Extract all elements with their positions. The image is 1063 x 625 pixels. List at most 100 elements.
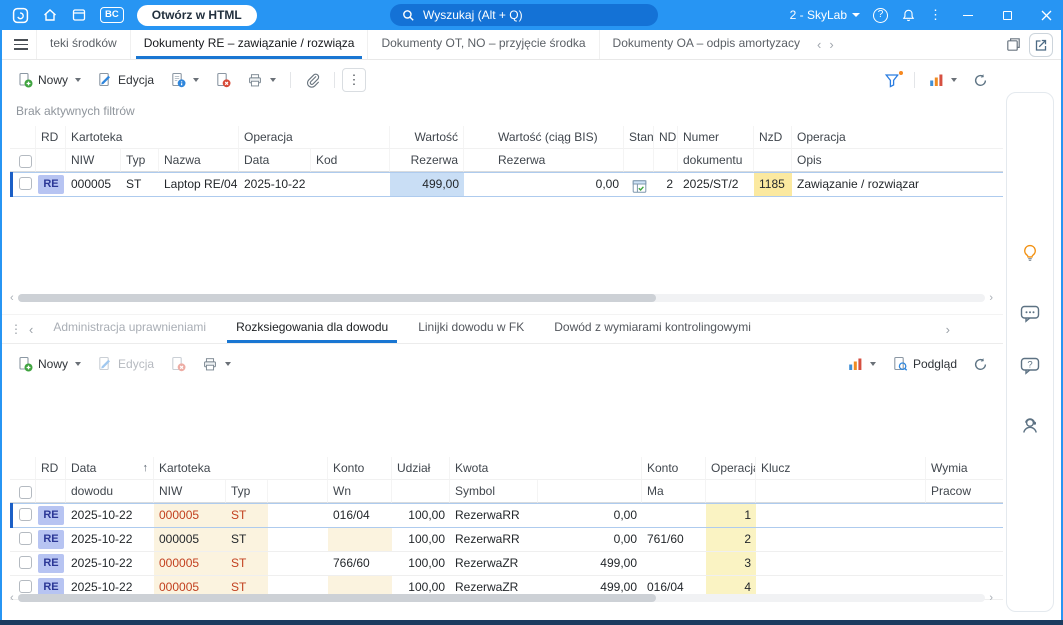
col-operacja[interactable]: Operacja (239, 126, 390, 149)
tab-dokumenty-oa[interactable]: Dokumenty OA – odpis amortyzacy (598, 30, 813, 59)
scroll-left-icon[interactable]: ‹ (10, 593, 14, 604)
print-button[interactable] (195, 352, 238, 377)
col-nazwa[interactable]: Nazwa (159, 149, 239, 172)
tab-dokumenty-ot-no[interactable]: Dokumenty OT, NO – przyjęcie środka (367, 30, 598, 59)
col-typ[interactable]: Typ (121, 149, 159, 172)
row-checkbox[interactable] (19, 177, 32, 191)
scrollbar-thumb[interactable] (17, 594, 657, 602)
col-data[interactable]: Data (239, 149, 311, 172)
scroll-left-icon[interactable]: ‹ (10, 293, 14, 304)
open-html-button[interactable]: Otwórz w HTML (136, 4, 257, 26)
tabs-scroll-left-icon[interactable]: ‹ (813, 37, 825, 52)
assistant-lightbulb-icon[interactable] (1020, 243, 1040, 268)
refresh-button[interactable] (966, 352, 995, 377)
scroll-right-icon[interactable]: › (989, 293, 993, 304)
edit-button[interactable]: Edycja (90, 351, 161, 377)
col-wartosc[interactable]: Wartość (390, 126, 464, 149)
col-wartosc-bis[interactable]: Wartość (ciąg BIS) (464, 126, 624, 149)
delete-button[interactable] (163, 351, 193, 377)
panel-tabs-scroll-right-icon[interactable]: › (941, 322, 955, 337)
col-kwota[interactable]: Kwota (450, 457, 642, 480)
col-kartoteka[interactable]: Kartoteka (154, 457, 328, 480)
tab-dokumenty-re[interactable]: Dokumenty RE – zawiązanie / rozwiąza (129, 30, 368, 59)
col-rd[interactable]: RD (36, 457, 66, 480)
col-data-dowodu[interactable]: Data ↑ (66, 457, 154, 480)
refresh-button[interactable] (966, 68, 995, 93)
col-niw[interactable]: NIW (154, 480, 226, 503)
table-row[interactable]: RE 000005 ST Laptop RE/04 2025-10-22 499… (10, 172, 1011, 197)
hamburger-menu-icon[interactable] (14, 39, 28, 50)
window-icon[interactable] (71, 7, 87, 23)
col-operacja[interactable]: Operacja (706, 457, 756, 480)
col-udzial[interactable]: Udział (392, 457, 450, 480)
panel-tabs-scroll-left-icon[interactable]: ‹ (24, 322, 38, 337)
col-wymiar[interactable]: Wymia (926, 457, 1011, 480)
attachment-button[interactable] (298, 68, 327, 93)
col-stan[interactable]: Stan (624, 126, 654, 149)
row-checkbox[interactable] (19, 532, 32, 546)
more-actions-button[interactable]: ⋮ (342, 68, 367, 92)
search-input[interactable]: Wyszukaj (Alt + Q) (390, 4, 658, 26)
col-konto-wn[interactable]: Konto (328, 457, 392, 480)
col-niw[interactable]: NIW (66, 149, 121, 172)
col-nzd[interactable]: NzD (754, 126, 792, 149)
minimize-button[interactable] (955, 2, 981, 28)
new-button[interactable]: Nowy (10, 67, 88, 93)
chart-button[interactable] (841, 352, 883, 376)
maximize-button[interactable] (994, 2, 1020, 28)
col-rd[interactable]: RD (36, 126, 66, 149)
col-klucz[interactable]: Klucz (756, 457, 926, 480)
tab-dowod-z-wymiarami[interactable]: Dowód z wymiarami kontrolingowymi (539, 314, 766, 343)
col-konto-ma[interactable]: Konto (642, 457, 706, 480)
table-row[interactable]: RE 2025-10-22 000005 ST 766/60 100,00 Re… (10, 552, 1011, 576)
col-pracownik[interactable]: Pracow (926, 480, 1011, 503)
row-checkbox[interactable] (19, 556, 32, 570)
col-kod[interactable]: Kod (311, 149, 390, 172)
delete-button[interactable] (208, 67, 238, 93)
table-row[interactable]: RE 2025-10-22 000005 ST 100,00 RezerwaRR… (10, 528, 1011, 552)
home-icon[interactable] (42, 7, 58, 23)
bell-icon[interactable] (901, 8, 916, 23)
col-opis[interactable]: Opis (792, 149, 1011, 172)
col-typ[interactable]: Typ (226, 480, 268, 503)
scrollbar-track[interactable] (17, 594, 986, 602)
splitter-handle-icon[interactable]: ⋮ (10, 322, 22, 336)
tab-rozksiegowania-dla-dowodu[interactable]: Rozksiegowania dla dowodu (221, 314, 403, 343)
filter-button[interactable] (877, 67, 907, 93)
share-icon[interactable] (1029, 32, 1053, 57)
info-document-button[interactable] (163, 67, 206, 93)
scrollbar-track[interactable] (17, 294, 986, 302)
tabs-scroll-right-icon[interactable]: › (825, 37, 837, 52)
help-icon[interactable]: ? (873, 7, 888, 23)
col-ma[interactable]: Ma (642, 480, 706, 503)
col-nd[interactable]: ND (654, 126, 678, 149)
tab-kartoteki-srodkow[interactable]: teki środków (36, 30, 130, 59)
col-dowodu[interactable]: dowodu (66, 480, 154, 503)
pin-panel-icon[interactable] (1006, 37, 1021, 52)
col-numer[interactable]: Numer (678, 126, 754, 149)
chat-icon[interactable] (1020, 305, 1040, 328)
select-all-checkbox[interactable] (19, 155, 32, 169)
col-wn[interactable]: Wn (328, 480, 392, 503)
tab-linijki-dowodu-w-fk[interactable]: Linijki dowodu w FK (403, 314, 539, 343)
support-agent-icon[interactable] (1020, 415, 1040, 440)
horizontal-scrollbar[interactable]: ‹ › (10, 592, 993, 604)
table-row[interactable]: RE 2025-10-22 000005 ST 016/04 100,00 Re… (10, 503, 1011, 528)
help-bubble-icon[interactable]: ? (1020, 357, 1040, 380)
col-symbol[interactable]: Symbol (450, 480, 538, 503)
row-checkbox[interactable] (19, 508, 32, 522)
preview-button[interactable]: Podgląd (885, 351, 964, 377)
col-rezerwa-bis[interactable]: Rezerwa (464, 149, 624, 172)
col-operacja-opis[interactable]: Operacja (792, 126, 1011, 149)
bc-badge[interactable]: BC (100, 7, 124, 23)
user-menu[interactable]: 2 - SkyLab (790, 8, 860, 22)
select-all-checkbox[interactable] (19, 486, 32, 500)
print-button[interactable] (240, 68, 283, 93)
horizontal-scrollbar[interactable]: ‹ › (10, 292, 993, 304)
chart-button[interactable] (922, 68, 964, 92)
col-rezerwa[interactable]: Rezerwa (390, 149, 464, 172)
new-button[interactable]: Nowy (10, 351, 88, 377)
col-dokumentu[interactable]: dokumentu (678, 149, 754, 172)
tab-administracja-uprawnieniami[interactable]: Administracja uprawnieniami (38, 314, 221, 343)
scrollbar-thumb[interactable] (17, 294, 657, 302)
